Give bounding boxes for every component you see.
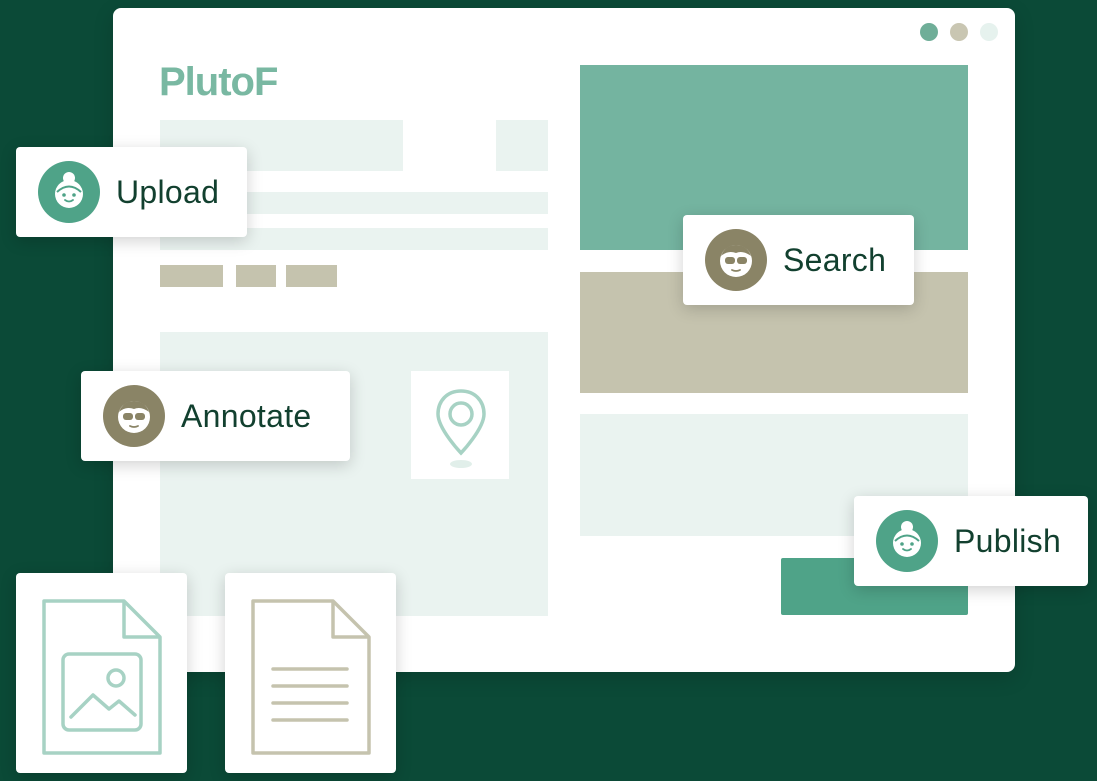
tag-placeholder: [236, 265, 276, 287]
upload-chip[interactable]: Upload: [16, 147, 247, 237]
upload-label: Upload: [116, 173, 220, 210]
tag-placeholder: [160, 265, 223, 287]
form-field-placeholder: [496, 120, 548, 171]
app-logo: PlutoF: [159, 60, 278, 104]
tag-placeholder: [286, 265, 337, 287]
window-dot-2[interactable]: [950, 23, 968, 41]
publish-label: Publish: [954, 522, 1062, 559]
window-dot-3[interactable]: [980, 23, 998, 41]
location-pin-icon: [436, 389, 486, 468]
annotate-label: Annotate: [181, 397, 312, 434]
avatar-bun-icon: [38, 161, 100, 223]
avatar-glasses-icon: [103, 385, 165, 447]
avatar-glasses-icon: [705, 229, 767, 291]
search-chip[interactable]: Search: [683, 215, 914, 305]
publish-chip[interactable]: Publish: [854, 496, 1088, 586]
search-label: Search: [783, 241, 887, 278]
avatar-bun-icon: [876, 510, 938, 572]
image-file-icon: [42, 599, 162, 755]
image-file-card[interactable]: [16, 573, 187, 773]
annotate-chip[interactable]: Annotate: [81, 371, 350, 461]
window-dot-1[interactable]: [920, 23, 938, 41]
text-file-icon: [251, 599, 371, 755]
text-file-card[interactable]: [225, 573, 396, 773]
location-card[interactable]: [411, 371, 509, 479]
